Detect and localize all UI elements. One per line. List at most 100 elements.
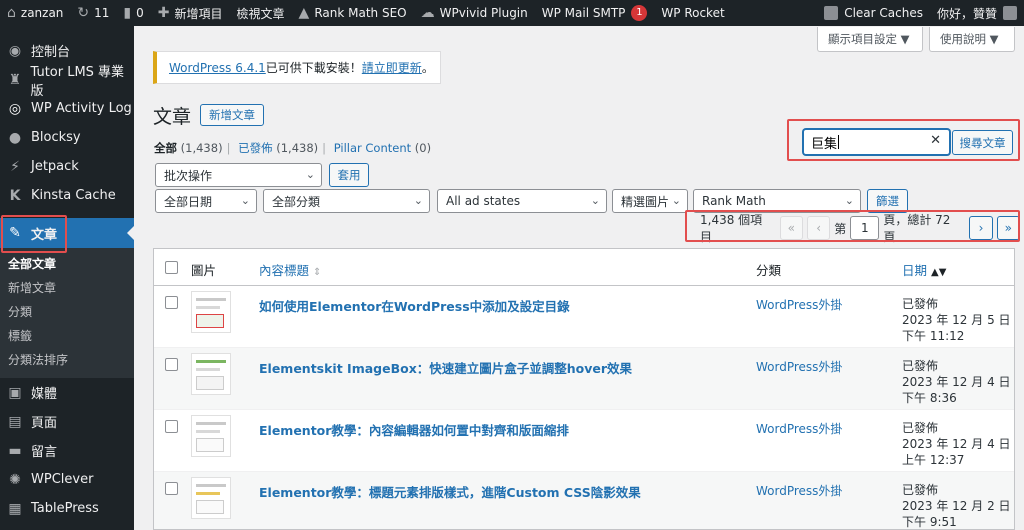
admin-bar: ⌂ zanzan ↻ 11 ▮ 0 ✚ 新增項目 檢視文章 ▲ Rank Math SEO… [0, 0, 1024, 26]
view-all[interactable]: 全部 [154, 141, 177, 155]
current-page-input[interactable]: 1 [850, 216, 880, 240]
last-page-button[interactable]: » [996, 216, 1020, 240]
comment-icon: ▬ [8, 442, 22, 459]
apply-button[interactable]: 套用 [329, 163, 369, 187]
kinsta-icon: K [9, 187, 21, 204]
table-row: Elementor教學：內容編輯器如何置中對齊和版面縮排 WordPress外掛… [154, 410, 1014, 472]
submenu-tags[interactable]: 標籤 [0, 324, 134, 348]
table-row: 如何使用Elementor在WordPress中添加及設定目錄 WordPres… [154, 286, 1014, 348]
chevron-down-icon: ⌄ [305, 168, 315, 181]
sidebar-item-wpclever[interactable]: ✺ WPClever [0, 465, 134, 494]
column-title[interactable]: 內容標題 ⇕ [259, 260, 321, 279]
row-checkbox[interactable] [165, 482, 178, 495]
table-header: 圖片 內容標題 ⇕ 分類 日期 ▲▼ [154, 249, 1014, 286]
post-title-link[interactable]: 如何使用Elementor在WordPress中添加及設定目錄 [259, 296, 570, 315]
cloud-icon: ☁ [420, 5, 435, 21]
sidebar-item-pages[interactable]: ▤ 頁面 [0, 407, 134, 436]
column-date[interactable]: 日期 ▲▼ [902, 260, 946, 279]
category-filter-select[interactable]: 全部分類 ⌄ [263, 189, 430, 213]
sidebar-item-comments[interactable]: ▬ 留言 [0, 436, 134, 465]
admin-sidebar: ◉ 控制台 ♜ Tutor LMS 專業版 ◎ WP Activity Log ● Bl… [0, 26, 134, 530]
row-checkbox[interactable] [165, 296, 178, 309]
sidebar-item-kinsta[interactable]: K Kinsta Cache [0, 181, 134, 210]
help-button[interactable]: 使用說明 ▼ [929, 27, 1015, 52]
category-link[interactable]: WordPress外掛 [756, 296, 842, 313]
sidebar-item-tutor[interactable]: ♜ Tutor LMS 專業版 [0, 65, 134, 99]
sidebar-item-blocksy[interactable]: ● Blocksy [0, 123, 134, 152]
page-icon: ▤ [8, 413, 22, 430]
chevron-down-icon: ⌄ [844, 194, 854, 207]
sidebar-item-posts[interactable]: ✎ 文章 [0, 218, 134, 248]
post-thumbnail[interactable] [191, 477, 231, 519]
featured-image-filter-select[interactable]: 精選圖片 ⌄ [612, 189, 688, 213]
column-image: 圖片 [191, 263, 217, 278]
add-new-post-button[interactable]: 新增文章 [200, 104, 264, 126]
next-page-button[interactable]: › [969, 216, 993, 240]
date-filter-select[interactable]: 全部日期 ⌄ [155, 189, 257, 213]
update-now-link[interactable]: 請立即更新 [362, 59, 422, 76]
wordpress-version-link[interactable]: WordPress 6.4.1 [169, 61, 266, 75]
wp-rocket-menu[interactable]: WP Rocket [654, 0, 731, 26]
sort-icon: ⇕ [313, 267, 322, 278]
sidebar-item-media[interactable]: ▣ 媒體 [0, 378, 134, 407]
activity-log-icon: ◎ [8, 100, 22, 117]
items-count: 1,438 個項目 [700, 213, 763, 244]
submenu-all-posts[interactable]: 全部文章 [0, 252, 134, 276]
avatar [1003, 6, 1017, 20]
submenu-taxonomy-order[interactable]: 分類法排序 [0, 348, 134, 372]
account-menu[interactable]: 你好，贊贊 [930, 0, 1024, 26]
plus-icon: ✚ [157, 5, 170, 21]
new-item-menu[interactable]: ✚ 新增項目 [151, 0, 230, 26]
posts-submenu: 全部文章 新增文章 分類 標籤 分類法排序 [0, 248, 134, 378]
page-title: 文章 [153, 106, 192, 128]
category-link[interactable]: WordPress外掛 [756, 358, 842, 375]
column-category: 分類 [756, 263, 782, 278]
post-title-link[interactable]: Elementor教學：標題元素排版樣式，進階Custom CSS陰影效果 [259, 482, 641, 501]
main-content: 顯示項目設定 ▼ 使用說明 ▼ WordPress 6.4.1 已可供下載安裝！… [134, 26, 1024, 530]
row-checkbox[interactable] [165, 358, 178, 371]
chevron-down-icon: ⌄ [413, 194, 423, 207]
clear-caches-menu[interactable]: Clear Caches [817, 0, 930, 26]
post-thumbnail[interactable] [191, 415, 231, 457]
search-input[interactable]: 巨集 ✕ [803, 129, 950, 155]
media-icon: ▣ [8, 384, 22, 401]
clear-search-icon[interactable]: ✕ [930, 133, 941, 148]
submenu-add-new[interactable]: 新增文章 [0, 276, 134, 300]
select-all-checkbox[interactable] [165, 261, 178, 274]
ad-state-filter-select[interactable]: All ad states ⌄ [437, 189, 607, 213]
sidebar-item-jetpack[interactable]: ⚡ Jetpack [0, 152, 134, 181]
bulk-action-select[interactable]: 批次操作 ⌄ [155, 163, 322, 187]
post-title-link[interactable]: Elementskit ImageBox：快速建立圖片盒子並調整hover效果 [259, 358, 632, 377]
sidebar-item-tablepress[interactable]: ▦ TablePress [0, 494, 134, 523]
tablepress-icon: ▦ [8, 500, 22, 517]
prev-page-button[interactable]: ‹ [806, 216, 831, 240]
rank-math-filter-select[interactable]: Rank Math ⌄ [693, 189, 861, 213]
chevron-down-icon: ⌄ [590, 194, 600, 207]
chevron-down-icon: ⌄ [240, 194, 250, 207]
first-page-button[interactable]: « [779, 216, 803, 240]
row-checkbox[interactable] [165, 420, 178, 433]
home-menu[interactable]: ⌂ zanzan [0, 0, 70, 26]
filter-button[interactable]: 篩選 [867, 189, 908, 213]
updates-menu[interactable]: ↻ 11 [70, 0, 116, 26]
post-thumbnail[interactable] [191, 291, 231, 333]
wpclever-icon: ✺ [9, 471, 21, 488]
category-link[interactable]: WordPress外掛 [756, 420, 842, 437]
post-date: 已發佈 2023 年 12 月 4 日下午 8:36 [902, 359, 1011, 405]
category-link[interactable]: WordPress外掛 [756, 482, 842, 499]
view-published[interactable]: 已發佈 [238, 141, 273, 155]
rank-math-menu[interactable]: ▲ Rank Math SEO [292, 0, 414, 26]
screen-options-button[interactable]: 顯示項目設定 ▼ [817, 27, 923, 52]
post-title-link[interactable]: Elementor教學：內容編輯器如何置中對齊和版面縮排 [259, 420, 569, 439]
post-thumbnail[interactable] [191, 353, 231, 395]
view-post-menu[interactable]: 檢視文章 [230, 0, 292, 26]
submenu-categories[interactable]: 分類 [0, 300, 134, 324]
cache-icon [824, 6, 839, 20]
sort-desc-icon: ▲▼ [931, 267, 947, 278]
view-pillar-content[interactable]: Pillar Content [334, 141, 411, 155]
comments-menu[interactable]: ▮ 0 [116, 0, 150, 26]
wp-mail-menu[interactable]: WP Mail SMTP 1 [535, 0, 655, 26]
wpvivid-menu[interactable]: ☁ WPvivid Plugin [414, 0, 535, 26]
search-posts-button[interactable]: 搜尋文章 [952, 130, 1013, 155]
post-date: 已發佈 2023 年 12 月 4 日上午 12:37 [902, 421, 1011, 467]
